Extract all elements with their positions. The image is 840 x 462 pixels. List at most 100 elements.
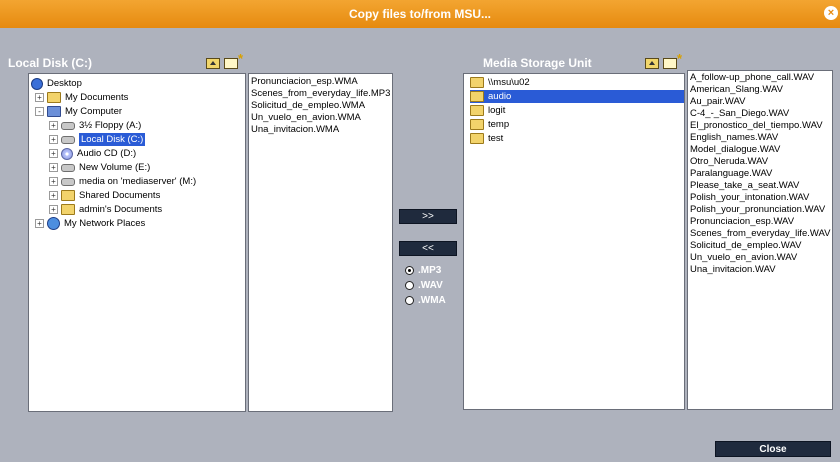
tree-item-label: media on 'mediaserver' (M:)	[79, 176, 197, 187]
local-file-list[interactable]: Pronunciacion_esp.WMA Scenes_from_everyd…	[248, 73, 393, 412]
drive-icon	[61, 135, 75, 144]
file-item[interactable]: A_follow-up_phone_call.WAV	[688, 72, 832, 84]
desktop-icon	[31, 77, 43, 90]
radio-button[interactable]	[405, 281, 414, 290]
folder-icon	[61, 190, 75, 201]
file-item[interactable]: Un_vuelo_en_avion.WAV	[688, 252, 832, 264]
tree-item-media-server[interactable]: + media on 'mediaserver' (M:)	[49, 175, 196, 188]
filetype-option-mp3[interactable]: .MP3	[405, 265, 441, 276]
local-folder-tree[interactable]: Desktop + My Documents - My Computer + 3…	[28, 73, 246, 412]
msu-panel-title: Media Storage Unit	[483, 56, 592, 70]
new-folder-icon[interactable]	[663, 51, 682, 69]
tree-item-audio-cd[interactable]: + Audio CD (D:)	[49, 147, 136, 160]
folder-icon	[470, 119, 484, 130]
msu-folder-list[interactable]: \\msu\u02 audio logit temp test	[463, 73, 685, 410]
tree-item-label: Shared Documents	[79, 190, 161, 201]
tree-item-label: Audio CD (D:)	[77, 148, 137, 159]
file-item[interactable]: Pronunciacion_esp.WMA	[249, 76, 392, 88]
folder-icon	[61, 204, 75, 215]
expand-icon[interactable]: +	[49, 177, 58, 186]
file-item[interactable]: C-4_-_San_Diego.WAV	[688, 108, 832, 120]
filetype-option-wma[interactable]: .WMA	[405, 295, 446, 306]
folder-label: temp	[488, 119, 510, 130]
file-item[interactable]: Una_invitacion.WMA	[249, 124, 392, 136]
expand-icon[interactable]: +	[49, 149, 58, 158]
file-item[interactable]: Solicitud_de_empleo.WMA	[249, 100, 392, 112]
msu-folder-logit[interactable]: logit	[470, 104, 505, 117]
expand-icon[interactable]: +	[49, 205, 58, 214]
tree-item-label: My Computer	[65, 106, 123, 117]
window-titlebar: Copy files to/from MSU... ×	[0, 0, 840, 28]
file-item[interactable]: Scenes_from_everyday_life.WAV	[688, 228, 832, 240]
expand-icon[interactable]: +	[49, 191, 58, 200]
folder-icon	[470, 91, 484, 102]
file-item[interactable]: Scenes_from_everyday_life.MP3	[249, 88, 392, 100]
tree-item-local-disk[interactable]: + Local Disk (C:)	[49, 133, 146, 146]
file-item[interactable]: Un_vuelo_en_avion.WMA	[249, 112, 392, 124]
tree-item-admins-documents[interactable]: + admin's Documents	[49, 203, 162, 216]
radio-button[interactable]	[405, 296, 414, 305]
cd-icon	[61, 147, 73, 160]
close-button[interactable]: Close	[715, 441, 831, 457]
window-title: Copy files to/from MSU...	[348, 7, 491, 21]
msu-folder-audio[interactable]: audio	[470, 90, 684, 103]
tree-item-my-computer[interactable]: - My Computer	[35, 105, 122, 118]
tree-item-label: Local Disk (C:)	[79, 133, 146, 146]
msu-folder-root[interactable]: \\msu\u02	[470, 76, 530, 89]
tree-item-shared-documents[interactable]: + Shared Documents	[49, 189, 160, 202]
file-item[interactable]: Model_dialogue.WAV	[688, 144, 832, 156]
file-item[interactable]: Una_invitacion.WAV	[688, 264, 832, 276]
radio-button[interactable]	[405, 266, 414, 275]
folder-label: logit	[488, 105, 506, 116]
expand-icon[interactable]: +	[49, 121, 58, 130]
copy-to-msu-button[interactable]: >>	[399, 209, 457, 224]
file-item[interactable]: English_names.WAV	[688, 132, 832, 144]
folder-icon	[470, 77, 484, 88]
file-item[interactable]: Otro_Neruda.WAV	[688, 156, 832, 168]
folder-icon	[47, 92, 61, 103]
filetype-label: .WAV	[418, 280, 443, 291]
tree-item-label: admin's Documents	[79, 204, 163, 215]
tree-item-desktop[interactable]: Desktop	[31, 77, 82, 90]
file-item[interactable]: El_pronostico_del_tiempo.WAV	[688, 120, 832, 132]
file-item[interactable]: Solicitud_de_empleo.WAV	[688, 240, 832, 252]
floppy-icon	[61, 121, 75, 130]
tree-item-label: 3½ Floppy (A:)	[79, 120, 142, 131]
drive-icon	[61, 163, 75, 172]
filetype-label: .WMA	[418, 295, 446, 306]
filetype-label: .MP3	[418, 265, 442, 276]
expand-icon[interactable]: +	[35, 219, 44, 228]
tree-item-network-places[interactable]: + My Network Places	[35, 217, 145, 230]
file-item[interactable]: Polish_your_intonation.WAV	[688, 192, 832, 204]
tree-item-new-volume[interactable]: + New Volume (E:)	[49, 161, 150, 174]
msu-folder-temp[interactable]: temp	[470, 118, 509, 131]
network-places-icon	[47, 217, 60, 230]
up-folder-icon[interactable]	[645, 58, 659, 69]
copy-from-msu-button[interactable]: <<	[399, 241, 457, 256]
close-icon[interactable]: ×	[824, 6, 838, 20]
new-folder-icon[interactable]	[224, 51, 243, 69]
expand-icon[interactable]: +	[49, 163, 58, 172]
tree-item-floppy[interactable]: + 3½ Floppy (A:)	[49, 119, 141, 132]
network-drive-icon	[61, 177, 75, 186]
file-item[interactable]: American_Slang.WAV	[688, 84, 832, 96]
file-item[interactable]: Au_pair.WAV	[688, 96, 832, 108]
tree-item-label: My Network Places	[64, 218, 146, 229]
file-item[interactable]: Polish_your_pronunciation.WAV	[688, 204, 832, 216]
folder-label: \\msu\u02	[488, 77, 530, 88]
expand-icon[interactable]: +	[35, 93, 44, 102]
msu-folder-test[interactable]: test	[470, 132, 503, 145]
file-item[interactable]: Paralanguage.WAV	[688, 168, 832, 180]
folder-label: audio	[488, 91, 512, 102]
folder-icon	[470, 133, 484, 144]
file-item[interactable]: Please_take_a_seat.WAV	[688, 180, 832, 192]
file-item[interactable]: Pronunciacion_esp.WAV	[688, 216, 832, 228]
tree-item-my-documents[interactable]: + My Documents	[35, 91, 128, 104]
up-folder-icon[interactable]	[206, 58, 220, 69]
tree-item-label: My Documents	[65, 92, 129, 103]
collapse-icon[interactable]: -	[35, 107, 44, 116]
expand-icon[interactable]: +	[49, 135, 58, 144]
local-panel-title: Local Disk (C:)	[8, 56, 93, 70]
filetype-option-wav[interactable]: .WAV	[405, 280, 443, 291]
msu-file-list[interactable]: A_follow-up_phone_call.WAV American_Slan…	[687, 70, 833, 410]
